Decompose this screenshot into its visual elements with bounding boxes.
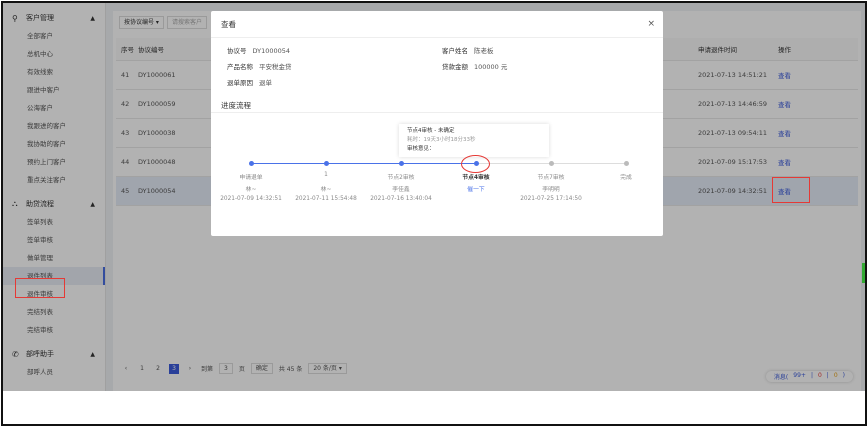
label: 客户姓名 <box>442 47 468 55</box>
close-icon[interactable]: × <box>647 11 655 38</box>
step-name: 完成 <box>620 175 632 181</box>
divider <box>211 112 663 113</box>
step-time <box>581 196 671 208</box>
step-dot <box>398 161 404 166</box>
loan-field: 贷款金额 100000 元 <box>442 61 507 71</box>
highlight-annotation <box>461 155 490 173</box>
modal-header: 查看 × <box>211 11 663 38</box>
tooltip-duration: 耗时：19天3小时18分33秒 <box>407 137 476 143</box>
side-tab[interactable] <box>862 263 865 283</box>
progress-step: 完成 <box>581 161 671 208</box>
step-dot <box>323 161 329 166</box>
product-field: 产品名称 平安税金贷 <box>227 61 292 71</box>
agreement-field: 协议号 DY1000054 <box>227 45 290 55</box>
section-title: 进度流程 <box>221 101 251 110</box>
label: 产品名称 <box>227 63 253 71</box>
highlight-annotation <box>772 177 810 203</box>
step-tooltip: 节点4审核 - 未确定 耗时：19天3小时18分33秒 审核意见： <box>399 124 549 157</box>
tooltip-opinion: 审核意见： <box>407 146 435 152</box>
value: 陈老板 <box>474 47 494 55</box>
app: ⚲ 客户管理 ▲ 全部客户 总机中心 有效线索 跟进中客户 公海客户 我跟进的客户 我协助的客户预… <box>3 3 865 391</box>
label: 贷款金额 <box>442 63 468 71</box>
view-modal: 查看 × 协议号 DY1000054 客户姓名 陈老板 产品名称 平安税金贷 贷款金额 1… <box>211 11 663 236</box>
customer-field: 客户姓名 陈老板 <box>442 45 494 55</box>
highlight-annotation <box>15 278 65 298</box>
step-user <box>581 184 671 196</box>
tooltip-title: 节点4审核 - 未确定 <box>407 128 455 134</box>
value: DY1000054 <box>252 47 291 55</box>
value: 平安税金贷 <box>259 63 292 71</box>
reason-field: 退单原因 退单 <box>227 77 272 87</box>
step-dot <box>248 161 254 166</box>
value: 退单 <box>259 79 272 87</box>
value: 100000 元 <box>474 63 508 71</box>
label: 退单原因 <box>227 79 253 87</box>
modal-title: 查看 <box>221 20 236 29</box>
step-dot <box>623 161 629 166</box>
step-dot <box>548 161 554 166</box>
label: 协议号 <box>227 47 247 55</box>
screenshot-frame: ⚲ 客户管理 ▲ 全部客户 总机中心 有效线索 跟进中客户 公海客户 我跟进的客户 我协助的客户预… <box>1 1 867 426</box>
